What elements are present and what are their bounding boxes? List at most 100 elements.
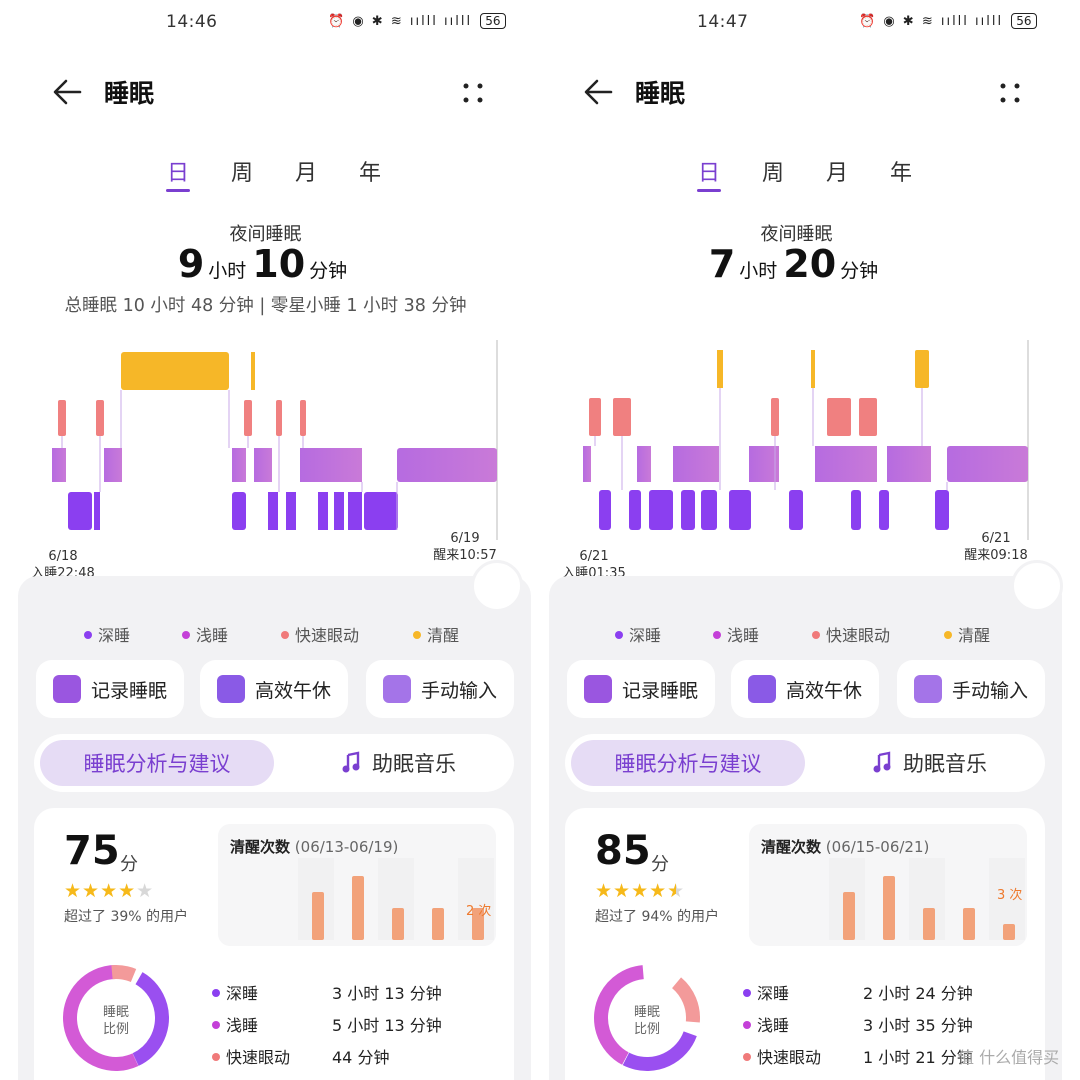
manual-input-button[interactable]: 手动输入 [897, 660, 1045, 718]
rem-block [276, 400, 282, 436]
back-arrow-icon[interactable] [581, 74, 621, 110]
left-panel: 14:46 ⏰ ◉ ✱ ≋ ıılll ıılll 56 睡眠 日 周 月 年 … [0, 0, 531, 1080]
rem-dot [281, 630, 289, 639]
star-rating: ★★★★★ [64, 880, 155, 902]
manual-input-icon [382, 675, 411, 703]
ring-label-line2: 比例 [102, 1022, 129, 1037]
stage-light-label: 浅睡 [757, 1016, 790, 1035]
column-band [789, 858, 825, 940]
nap-zz-icon [216, 675, 245, 703]
light-block [254, 448, 272, 482]
more-icon[interactable] [458, 78, 488, 108]
legend-rem: 快速眼动 [812, 622, 890, 646]
stage-rem-value: 1 小时 21 分钟 [863, 1048, 973, 1067]
light-block [397, 448, 497, 482]
tab-sleep-music[interactable]: 助眠音乐 [288, 740, 508, 786]
section-switch: 睡眠分析与建议 助眠音乐 [565, 734, 1045, 792]
awake-count-bar [883, 876, 895, 940]
deep-block [879, 490, 889, 530]
stage-light-row: 浅睡 [743, 1012, 789, 1036]
deep-block [789, 490, 803, 530]
awake-count-bar [352, 876, 364, 940]
analysis-card: 85 分 ★★★★★ 超过了 94% 的用户 清醒次数 (06/15-06/21… [565, 808, 1045, 1080]
battery-icon: 56 [480, 13, 506, 29]
tab-week[interactable]: 周 [753, 155, 793, 187]
nap-zz-icon [747, 675, 776, 703]
awake-dot [413, 630, 421, 639]
awake-count-chart[interactable]: 清醒次数 (06/15-06/21) 3 次 [749, 824, 1027, 946]
back-arrow-icon[interactable] [50, 74, 90, 110]
scroll-handle[interactable] [1011, 560, 1063, 612]
manual-input-button[interactable]: 手动输入 [366, 660, 514, 718]
ring-label: 睡眠 比例 [617, 1004, 677, 1038]
tab-sleep-analysis[interactable]: 睡眠分析与建议 [40, 740, 274, 786]
status-time: 14:47 [697, 12, 749, 32]
tab-month[interactable]: 月 [286, 155, 326, 187]
light-block [232, 448, 246, 482]
deep-block [649, 490, 673, 530]
tab-day[interactable]: 日 [158, 155, 198, 187]
chart-end: 6/21 醒来09:18 [961, 530, 1031, 564]
sleep-stage-chart[interactable]: 6/18 入睡22:48 6/19 醒来10:57 [0, 340, 531, 590]
manual-input-icon [913, 675, 942, 703]
chart-end: 6/19 醒来10:57 [430, 530, 500, 564]
stage-deep-value: 2 小时 24 分钟 [863, 984, 973, 1003]
music-note-icon [342, 751, 360, 773]
watermark: 值 什么值得买 [958, 1048, 1060, 1067]
awake-block [121, 352, 229, 390]
awake-count-svg [789, 858, 1025, 940]
legend-deep: 深睡 [615, 622, 661, 646]
minutes-unit: 分钟 [309, 260, 348, 282]
awake-count-bar [392, 908, 404, 940]
sleep-stage-chart[interactable]: 6/21 入睡01:35 6/21 醒来09:18 [549, 340, 1080, 590]
legend-deep-label: 深睡 [98, 626, 131, 645]
more-icon[interactable] [995, 78, 1025, 108]
tab-year[interactable]: 年 [881, 155, 921, 187]
status-bar: 14:46 ⏰ ◉ ✱ ≋ ıılll ıılll 56 [0, 12, 531, 34]
ring-label-line1: 睡眠 [102, 1005, 129, 1020]
light-block [815, 446, 877, 482]
deep-block [268, 492, 278, 530]
tab-sleep-music[interactable]: 助眠音乐 [819, 740, 1039, 786]
nap-button[interactable]: 高效午休 [731, 660, 879, 718]
tab-day[interactable]: 日 [689, 155, 729, 187]
period-tabs: 日 周 月 年 [549, 155, 1080, 195]
record-sleep-label: 记录睡眠 [621, 679, 698, 702]
hours-unit: 小时 [208, 260, 247, 282]
awake-count-bar [1003, 924, 1015, 940]
rem-block [58, 400, 66, 436]
status-time: 14:46 [166, 12, 218, 32]
app-bar: 睡眠 [549, 70, 1080, 114]
hours-value: 7 [708, 242, 736, 286]
tab-sleep-analysis[interactable]: 睡眠分析与建议 [571, 740, 805, 786]
record-sleep-button[interactable]: 记录睡眠 [567, 660, 715, 718]
deep-block [629, 490, 641, 530]
awake-count-chart[interactable]: 清醒次数 (06/13-06/19) 2 次 [218, 824, 496, 946]
ring-label: 睡眠 比例 [86, 1004, 146, 1038]
rem-dot [212, 1052, 220, 1061]
rem-block [613, 398, 631, 436]
tab-week[interactable]: 周 [222, 155, 262, 187]
tab-year[interactable]: 年 [350, 155, 390, 187]
page-title: 睡眠 [635, 79, 686, 108]
deep-block [599, 490, 611, 530]
scroll-handle[interactable] [471, 560, 523, 612]
awake-count-bar [312, 892, 324, 940]
deep-block [334, 492, 344, 530]
stage-legend: 深睡 浅睡 快速眼动 清醒 [549, 622, 1080, 646]
score-unit: 分 [120, 854, 138, 875]
sub-summary: 总睡眠 10 小时 48 分钟 | 零星小睡 1 小时 38 分钟 [64, 296, 467, 316]
stage-deep-row: 深睡 [212, 980, 258, 1004]
deep-block [681, 490, 695, 530]
record-sleep-button[interactable]: 记录睡眠 [36, 660, 184, 718]
minutes-value: 20 [783, 242, 837, 286]
last-count-label: 3 次 [997, 888, 1023, 903]
legend-light: 浅睡 [182, 622, 228, 646]
legend-deep-label: 深睡 [629, 626, 662, 645]
nap-button[interactable]: 高效午休 [200, 660, 348, 718]
end-date: 6/21 [981, 531, 1011, 546]
start-date: 6/18 [48, 549, 78, 564]
tab-month[interactable]: 月 [817, 155, 857, 187]
deep-block [364, 492, 398, 530]
beat-percentile: 超过了 94% 的用户 [595, 909, 720, 925]
